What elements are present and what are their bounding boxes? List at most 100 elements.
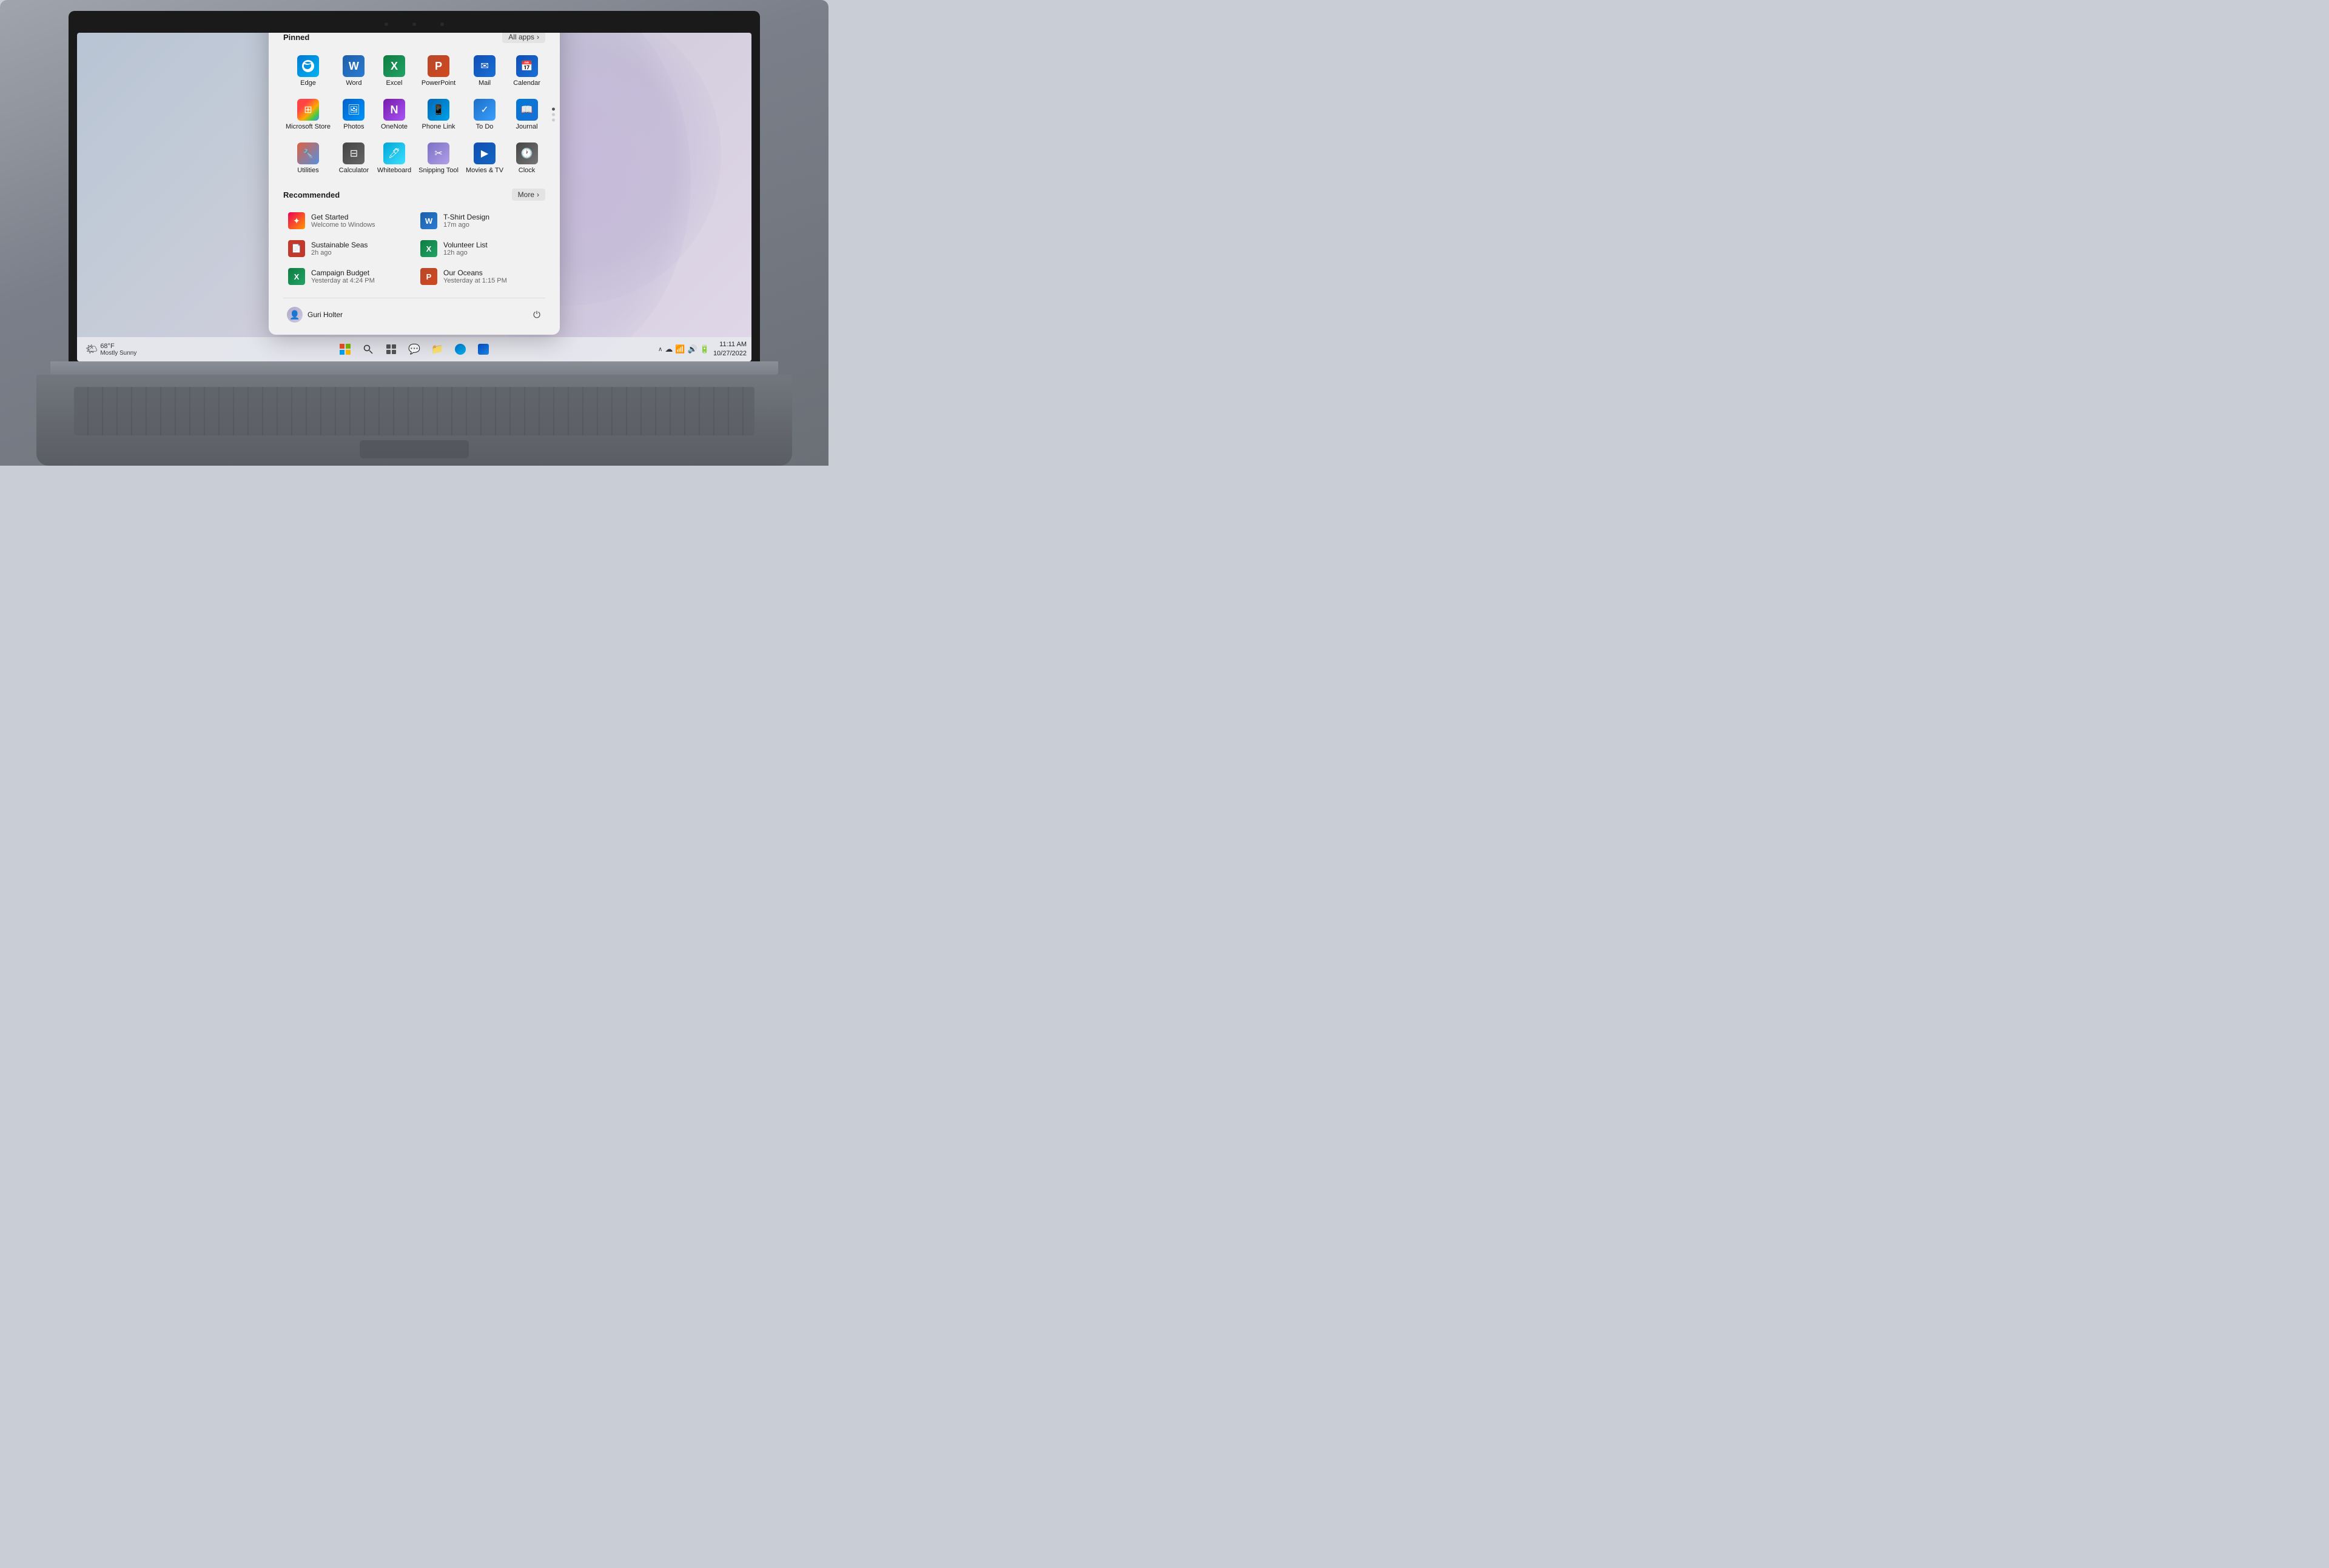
search-taskbar-button[interactable] <box>357 338 379 360</box>
weather-temp: 68°F <box>100 343 136 350</box>
rec-getstarted[interactable]: ✦ Get Started Welcome to Windows <box>283 208 413 233</box>
weather-icon: 🌤 <box>86 343 98 355</box>
edge-taskbar-button[interactable] <box>449 338 471 360</box>
chevron-up-icon[interactable]: ∧ <box>658 346 662 353</box>
sustainable-text: Sustainable Seas 2h ago <box>311 241 408 256</box>
app-calendar[interactable]: 📅 Calendar <box>508 50 545 92</box>
campaign-icon: X <box>288 268 305 285</box>
calculator-label: Calculator <box>339 167 369 174</box>
app-onenote[interactable]: N OneNote <box>375 94 414 135</box>
ouroceans-text: Our Oceans Yesterday at 1:15 PM <box>443 269 540 284</box>
power-button[interactable]: ⏻ <box>528 306 545 323</box>
onenote-icon: N <box>383 99 405 121</box>
task-view-button[interactable] <box>380 338 402 360</box>
app-excel[interactable]: X Excel <box>375 50 414 92</box>
campaign-desc: Yesterday at 4:24 PM <box>311 277 408 284</box>
taskbar-center: 💬 📁 <box>334 338 494 360</box>
moviestv-icon: ▶ <box>474 142 496 164</box>
screen-bottom-bar <box>50 361 778 375</box>
journal-icon: 📖 <box>516 99 538 121</box>
getstarted-desc: Welcome to Windows <box>311 221 408 229</box>
app-journal[interactable]: 📖 Journal <box>508 94 545 135</box>
volunteer-desc: 12h ago <box>443 249 540 256</box>
all-apps-button[interactable]: All apps › <box>502 33 545 43</box>
app-calculator[interactable]: ⊟ Calculator <box>335 138 372 179</box>
volunteer-text: Volunteer List 12h ago <box>443 241 540 256</box>
excel-icon: X <box>383 55 405 77</box>
file-explorer-button[interactable]: 📁 <box>426 338 448 360</box>
volume-icon[interactable]: 🔊 <box>688 344 697 354</box>
app-whiteboard[interactable]: 🖊 Whiteboard <box>375 138 414 179</box>
tshirt-name: T-Shirt Design <box>443 213 540 221</box>
app-mail[interactable]: ✉ Mail <box>463 50 506 92</box>
photos-label: Photos <box>343 123 364 130</box>
start-footer: 👤 Guri Holter ⏻ <box>283 298 545 325</box>
keyboard-area <box>36 375 792 466</box>
wifi-icon: 📶 <box>675 344 685 354</box>
clock-label: Clock <box>519 167 536 174</box>
tshirt-desc: 17m ago <box>443 221 540 229</box>
user-profile[interactable]: 👤 Guri Holter <box>283 304 346 325</box>
sustainable-name: Sustainable Seas <box>311 241 408 249</box>
rec-ouroceans[interactable]: P Our Oceans Yesterday at 1:15 PM <box>415 264 545 289</box>
app-utilities[interactable]: 🔧 Utilities <box>283 138 333 179</box>
getstarted-icon: ✦ <box>288 212 305 229</box>
ouroceans-icon: P <box>420 268 437 285</box>
sustainable-icon: 📄 <box>288 240 305 257</box>
phonelink-icon: 📱 <box>428 99 449 121</box>
app-photos[interactable]: 🖼 Photos <box>335 94 372 135</box>
app-moviestv[interactable]: ▶ Movies & TV <box>463 138 506 179</box>
mail-icon: ✉ <box>474 55 496 77</box>
excel-label: Excel <box>386 79 403 87</box>
app-store[interactable]: ⊞ Microsoft Store <box>283 94 333 135</box>
app-powerpoint[interactable]: P PowerPoint <box>416 50 461 92</box>
utilities-label: Utilities <box>297 167 318 174</box>
todo-icon: ✓ <box>474 99 496 121</box>
keyboard-keys <box>74 387 754 435</box>
more-button[interactable]: More › <box>512 189 545 201</box>
clock-display[interactable]: 11:11 AM 10/27/2022 <box>713 340 747 359</box>
teams-button[interactable]: 💬 <box>403 338 425 360</box>
start-button[interactable] <box>334 338 356 360</box>
system-tray[interactable]: ∧ ☁ 📶 🔊 🔋 <box>658 344 710 354</box>
app-edge[interactable]: Edge <box>283 50 333 92</box>
snipping-label: Snipping Tool <box>418 167 459 174</box>
rec-sustainable[interactable]: 📄 Sustainable Seas 2h ago <box>283 236 413 261</box>
camera-center <box>412 22 416 26</box>
calendar-label: Calendar <box>513 79 540 87</box>
laptop-shell: 🔍 Pinned All apps › <box>0 0 828 466</box>
ouroceans-desc: Yesterday at 1:15 PM <box>443 277 540 284</box>
clock-icon: 🕐 <box>516 142 538 164</box>
app-phonelink[interactable]: 📱 Phone Link <box>416 94 461 135</box>
taskbar-right: ∧ ☁ 📶 🔊 🔋 11:11 AM 10/27/2022 <box>658 340 747 359</box>
rec-volunteer[interactable]: X Volunteer List 12h ago <box>415 236 545 261</box>
app-clock[interactable]: 🕐 Clock <box>508 138 545 179</box>
powerpoint-icon: P <box>428 55 449 77</box>
calculator-icon: ⊟ <box>343 142 365 164</box>
app-snipping[interactable]: ✂ Snipping Tool <box>416 138 461 179</box>
onenote-label: OneNote <box>381 123 408 130</box>
tshirt-icon: W <box>420 212 437 229</box>
phonelink-label: Phone Link <box>422 123 455 130</box>
recommended-header: Recommended More › <box>283 189 545 201</box>
edge-label: Edge <box>300 79 316 87</box>
weather-desc: Mostly Sunny <box>100 350 136 357</box>
dot-3 <box>552 119 555 122</box>
rec-campaign[interactable]: X Campaign Budget Yesterday at 4:24 PM <box>283 264 413 289</box>
date-display: 10/27/2022 <box>713 349 747 358</box>
store-taskbar-button[interactable] <box>472 338 494 360</box>
dot-1 <box>552 108 555 111</box>
camera-left <box>385 22 388 26</box>
app-word[interactable]: W Word <box>335 50 372 92</box>
app-todo[interactable]: ✓ To Do <box>463 94 506 135</box>
rec-tshirt[interactable]: W T-Shirt Design 17m ago <box>415 208 545 233</box>
trackpad[interactable] <box>360 440 469 458</box>
utilities-icon: 🔧 <box>297 142 319 164</box>
screen-bezel: 🔍 Pinned All apps › <box>69 11 760 361</box>
pinned-header: Pinned All apps › <box>283 33 545 43</box>
weather-widget[interactable]: 🌤 68°F Mostly Sunny <box>82 341 140 358</box>
campaign-name: Campaign Budget <box>311 269 408 277</box>
tshirt-text: T-Shirt Design 17m ago <box>443 213 540 229</box>
store-label: Microsoft Store <box>286 123 331 130</box>
taskbar-left: 🌤 68°F Mostly Sunny <box>82 341 140 358</box>
